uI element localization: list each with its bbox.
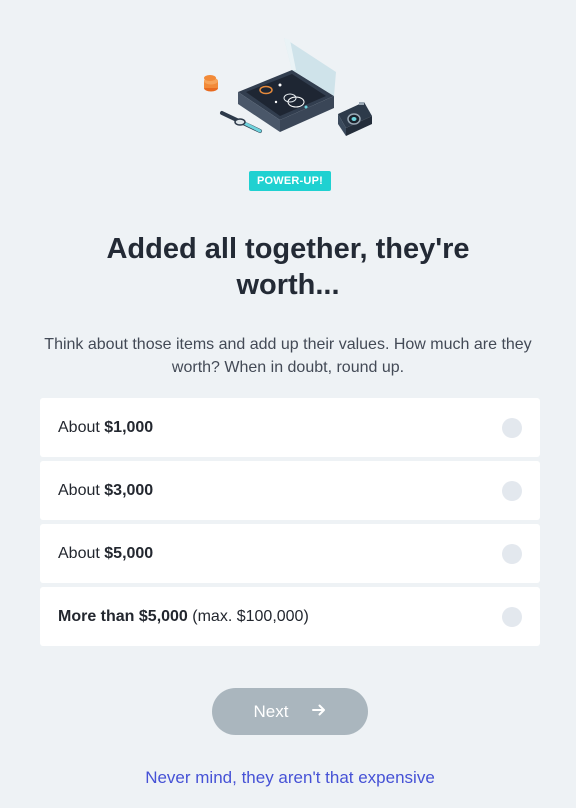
camera-icon: [338, 102, 372, 136]
page-subtitle: Think about those items and add up their…: [44, 336, 532, 376]
arrow-right-icon: [312, 704, 326, 720]
watch-icon: [220, 111, 262, 133]
radio-button[interactable]: [502, 607, 522, 627]
radio-button[interactable]: [502, 544, 522, 564]
valuables-illustration: [196, 32, 380, 144]
option-about-3000[interactable]: About $3,000: [40, 461, 540, 520]
option-label: About $3,000: [58, 481, 154, 499]
option-about-1000[interactable]: About $1,000: [40, 398, 540, 457]
never-mind-link[interactable]: Never mind, they aren't that expensive: [0, 768, 576, 788]
next-button[interactable]: Next: [212, 688, 368, 735]
option-label: More than $5,000 (max. $100,000): [58, 607, 309, 625]
answer-options: About $1,000 About $3,000 About $5,000 M…: [40, 398, 540, 650]
next-button-label: Next: [253, 701, 289, 721]
jewelry-box-icon: [238, 38, 336, 132]
option-label: About $1,000: [58, 418, 154, 436]
option-about-5000[interactable]: About $5,000: [40, 524, 540, 583]
option-label: About $5,000: [58, 544, 154, 562]
page-title: Added all together, they're worth...: [106, 233, 470, 301]
coins-icon: [204, 75, 218, 92]
option-more-than-5000[interactable]: More than $5,000 (max. $100,000): [40, 587, 540, 646]
power-up-badge: POWER-UP!: [249, 171, 331, 191]
radio-button[interactable]: [502, 481, 522, 501]
radio-button[interactable]: [502, 418, 522, 438]
